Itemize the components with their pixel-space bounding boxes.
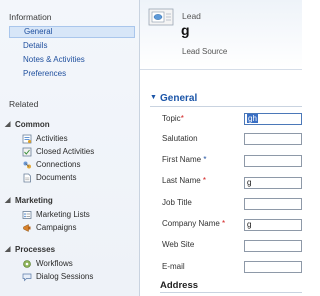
email-label: E-mail bbox=[162, 262, 185, 271]
required-marker: * bbox=[202, 176, 207, 185]
group-common-label: Common bbox=[15, 120, 50, 129]
topic-label-text: Topic bbox=[162, 114, 181, 123]
record-header: Lead g Lead Source bbox=[140, 0, 302, 70]
company-name-label-text: Company Name bbox=[162, 219, 220, 228]
campaigns-icon bbox=[23, 224, 31, 232]
nav-link-details[interactable]: Details bbox=[9, 40, 135, 52]
workflows-icon bbox=[23, 260, 31, 268]
entity-type-label: Lead bbox=[182, 11, 201, 21]
nav-item-workflows[interactable]: Workflows bbox=[22, 258, 73, 270]
nav-item-dialog-sessions[interactable]: Dialog Sessions bbox=[22, 271, 93, 283]
closed-activities-icon bbox=[22, 147, 32, 157]
web-site-input[interactable] bbox=[244, 240, 302, 252]
salutation-input[interactable] bbox=[244, 133, 302, 145]
marketing-lists-icon bbox=[22, 211, 32, 219]
nav-item-label: Campaigns bbox=[36, 223, 77, 232]
nav-link-notes-activities[interactable]: Notes & Activities bbox=[9, 54, 135, 66]
last-name-input[interactable]: g bbox=[244, 177, 302, 189]
required-marker: * bbox=[222, 219, 226, 228]
nav-item-label: Marketing Lists bbox=[36, 210, 90, 219]
company-name-input[interactable]: g bbox=[244, 219, 302, 231]
topic-input[interactable]: gh bbox=[244, 113, 302, 125]
required-marker: * bbox=[180, 114, 184, 123]
group-processes-label: Processes bbox=[15, 245, 56, 254]
section-address-label: Address bbox=[160, 280, 199, 291]
first-name-label-text: First Name bbox=[162, 155, 202, 164]
recommended-marker: * bbox=[203, 155, 207, 164]
nav-item-closed-activities[interactable]: Closed Activities bbox=[22, 146, 94, 158]
company-name-label: Company Name * bbox=[162, 219, 225, 228]
lead-form: Lead g Lead Source ▼ General Topic* gh S… bbox=[140, 0, 302, 296]
section-general-label: General bbox=[160, 93, 198, 104]
nav-item-documents[interactable]: Documents bbox=[22, 172, 76, 184]
lead-entity-icon bbox=[148, 8, 174, 26]
documents-icon bbox=[23, 173, 31, 183]
first-name-label: First Name * bbox=[162, 155, 206, 164]
nav-item-label: Connections bbox=[36, 160, 81, 169]
record-title: g bbox=[181, 22, 190, 38]
topic-label: Topic* bbox=[162, 114, 184, 123]
activities-icon bbox=[22, 134, 32, 144]
web-site-label: Web Site bbox=[162, 240, 195, 249]
nav-item-activities[interactable]: Activities bbox=[22, 133, 68, 145]
section-general-toggle[interactable]: ▼ General bbox=[150, 93, 197, 104]
connections-icon bbox=[23, 161, 31, 169]
lead-source-label: Lead Source bbox=[182, 47, 228, 56]
group-common-toggle[interactable]: ◢ Common bbox=[5, 120, 50, 129]
nav-item-label: Workflows bbox=[36, 259, 73, 268]
nav-item-connections[interactable]: Connections bbox=[22, 159, 80, 171]
nav-item-label: Activities bbox=[36, 134, 68, 143]
nav-item-marketing-lists[interactable]: Marketing Lists bbox=[22, 209, 90, 221]
group-processes-toggle[interactable]: ◢ Processes bbox=[5, 245, 55, 254]
nav-link-preferences[interactable]: Preferences bbox=[9, 68, 135, 80]
collapse-triangle-icon: ◢ bbox=[5, 197, 11, 204]
information-heading: Information bbox=[9, 12, 52, 22]
last-name-label: Last Name * bbox=[162, 176, 206, 185]
nav-item-label: Documents bbox=[36, 173, 77, 182]
group-marketing-label: Marketing bbox=[15, 196, 53, 205]
salutation-label: Salutation bbox=[162, 134, 198, 143]
nav-item-label: Closed Activities bbox=[36, 147, 95, 156]
related-heading: Related bbox=[9, 99, 39, 109]
nav-link-general[interactable]: General bbox=[9, 26, 135, 38]
section-divider bbox=[150, 106, 302, 107]
collapse-triangle-icon: ◢ bbox=[5, 246, 11, 253]
job-title-label: Job Title bbox=[162, 198, 192, 207]
topic-value: gh bbox=[247, 114, 258, 123]
nav-item-label: Dialog Sessions bbox=[36, 272, 94, 281]
collapse-triangle-icon: ◢ bbox=[5, 121, 11, 128]
dialog-sessions-icon bbox=[22, 273, 32, 282]
email-input[interactable] bbox=[244, 261, 302, 273]
nav-item-campaigns[interactable]: Campaigns bbox=[22, 222, 76, 234]
section-divider bbox=[160, 292, 302, 293]
first-name-input[interactable] bbox=[244, 155, 302, 167]
last-name-label-text: Last Name bbox=[162, 176, 201, 185]
group-marketing-toggle[interactable]: ◢ Marketing bbox=[5, 196, 53, 205]
collapse-triangle-icon: ▼ bbox=[150, 94, 157, 101]
job-title-input[interactable] bbox=[244, 198, 302, 210]
left-navigation-pane: Information General Details Notes & Acti… bbox=[0, 0, 140, 296]
